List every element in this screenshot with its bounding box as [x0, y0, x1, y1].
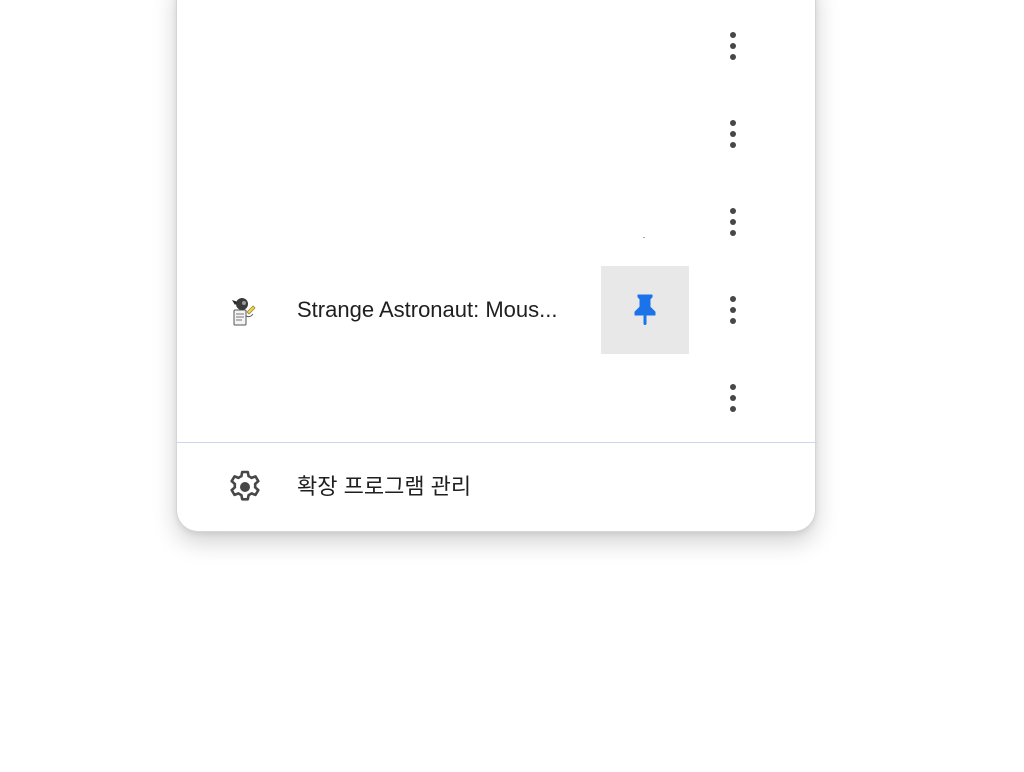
more-vert-icon: [730, 208, 736, 236]
manage-extensions-label: 확장 프로그램 관리: [297, 474, 472, 499]
strange-astronaut-extension-icon: [232, 298, 256, 326]
extension-name: [297, 90, 599, 178]
more-options-button[interactable]: [689, 178, 777, 266]
extension-name: [297, 354, 599, 442]
more-vert-icon: [730, 120, 736, 148]
extensions-menu: Strange Astronaut: Mous... 확장 프로그램 관리: [176, 0, 817, 532]
more-options-button[interactable]: [689, 354, 777, 442]
pin-button[interactable]: [601, 266, 689, 354]
more-options-button[interactable]: [689, 2, 777, 90]
gear-icon: [230, 470, 260, 501]
extensions-list: Strange Astronaut: Mous...: [177, 2, 817, 442]
more-options-button[interactable]: [689, 90, 777, 178]
pin-icon: [634, 294, 656, 325]
extension-row-strange-astronaut[interactable]: Strange Astronaut: Mous...: [177, 266, 817, 354]
extension-row[interactable]: [177, 2, 817, 90]
extension-name: [297, 178, 599, 266]
more-vert-icon: [730, 384, 736, 412]
extension-name: Strange Astronaut: Mous...: [297, 297, 558, 322]
extension-row[interactable]: [177, 178, 817, 266]
extension-row[interactable]: [177, 354, 817, 442]
more-options-button[interactable]: [689, 266, 777, 354]
more-vert-icon: [730, 296, 736, 324]
more-vert-icon: [730, 32, 736, 60]
extension-row[interactable]: [177, 90, 817, 178]
manage-extensions-item[interactable]: 확장 프로그램 관리: [177, 443, 817, 531]
extension-name: [297, 2, 599, 90]
divider-fragment: [643, 237, 645, 238]
